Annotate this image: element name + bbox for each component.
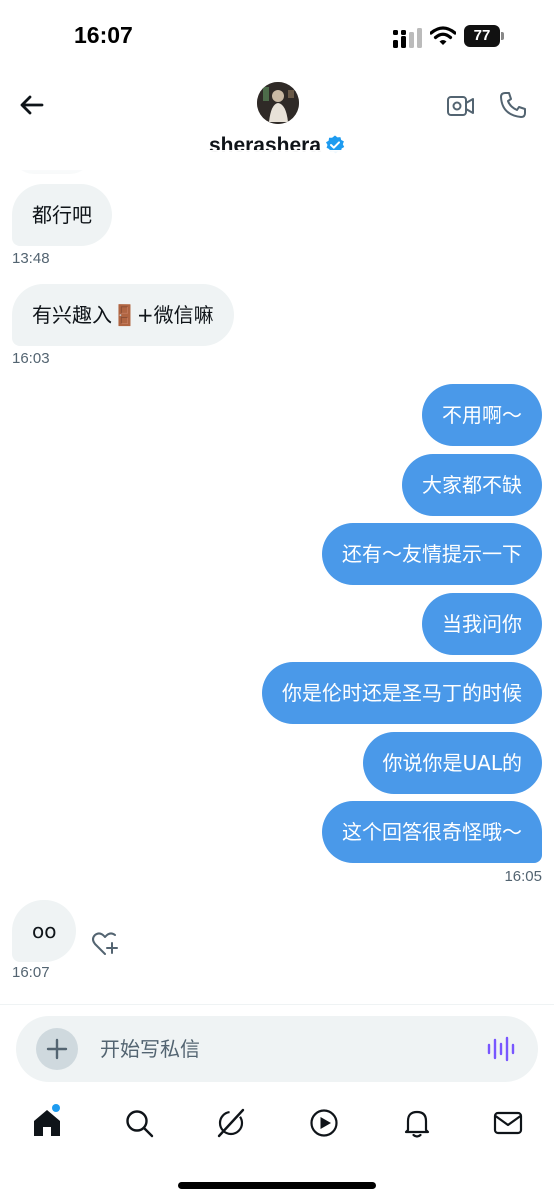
message-timestamp: 13:48 <box>12 250 50 267</box>
message-bubble[interactable]: 你是伦时还是圣马丁的时候 <box>262 662 542 724</box>
phone-icon[interactable] <box>498 90 528 120</box>
message-bubble[interactable]: 这个回答很奇怪哦～ <box>322 801 542 863</box>
message-bubble[interactable]: 不用啊～ <box>422 384 542 446</box>
message-timestamp: 16:07 <box>12 964 50 981</box>
video-camera-icon[interactable] <box>446 92 476 120</box>
message-timestamp: 16:05 <box>504 868 542 885</box>
message-list[interactable]: 都行吧 13:48 有兴趣入🚪+微信嘛 16:03 不用啊～ 大家都不缺 还有～… <box>0 170 554 1005</box>
message-input[interactable] <box>100 1016 470 1082</box>
add-attachment-button[interactable] <box>36 1028 78 1070</box>
video-play-icon[interactable] <box>307 1106 341 1140</box>
battery-indicator: 77 <box>464 25 504 47</box>
message-bubble[interactable]: 你说你是UAL的 <box>362 732 542 794</box>
message-bubble[interactable]: 大家都不缺 <box>402 454 542 516</box>
plus-icon <box>46 1038 68 1060</box>
messages-envelope-icon[interactable] <box>491 1106 525 1140</box>
bottom-tab-bar <box>0 1100 554 1150</box>
notifications-bell-icon[interactable] <box>400 1106 434 1140</box>
wifi-icon <box>430 26 456 45</box>
status-time: 16:07 <box>74 22 133 48</box>
message-timestamp: 16:03 <box>12 350 50 367</box>
message-bubble[interactable]: 还有～友情提示一下 <box>322 523 542 585</box>
back-arrow-icon[interactable] <box>14 88 50 124</box>
status-bar: 16:07 77 <box>0 0 554 78</box>
avatar[interactable] <box>257 82 299 124</box>
message-bubble[interactable]: oo <box>12 900 77 962</box>
message-bubble[interactable]: 当我问你 <box>422 593 542 655</box>
home-indicator <box>178 1182 376 1189</box>
header-fade <box>0 150 554 180</box>
add-reaction-heart-icon[interactable] <box>90 928 120 958</box>
home-notification-dot <box>52 1104 60 1112</box>
battery-level: 77 <box>473 27 491 44</box>
search-icon[interactable] <box>122 1106 156 1140</box>
home-icon[interactable] <box>30 1106 64 1140</box>
grok-icon[interactable] <box>214 1106 248 1140</box>
composer-divider <box>0 1004 554 1005</box>
voice-message-icon[interactable] <box>486 1035 516 1063</box>
message-bubble[interactable]: 有兴趣入🚪+微信嘛 <box>12 284 234 346</box>
cellular-signal-icon <box>393 28 422 48</box>
message-composer <box>16 1016 538 1082</box>
message-bubble[interactable]: 都行吧 <box>12 184 112 246</box>
